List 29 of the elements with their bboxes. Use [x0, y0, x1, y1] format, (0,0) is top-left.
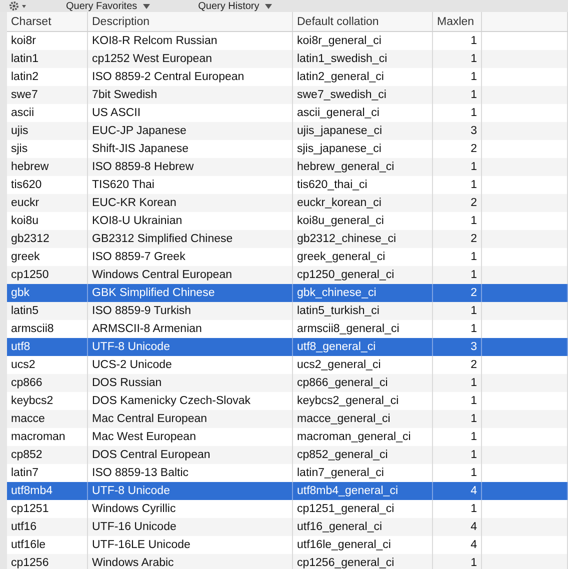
- table-row[interactable]: gbk GBK Simplified Chinese gbk_chinese_ci 2: [7, 284, 568, 302]
- settings-button[interactable]: [8, 0, 28, 12]
- table-cell: Windows Arabic: [88, 554, 293, 569]
- column-header[interactable]: Description: [88, 12, 293, 31]
- table-row[interactable]: ujis EUC-JP Japanese ujis_japanese_ci 3: [7, 122, 568, 140]
- caret-icon: [143, 4, 150, 8]
- column-header[interactable]: Charset: [7, 12, 88, 31]
- table-row[interactable]: gb2312 GB2312 Simplified Chinese gb2312_chinese_ci 2: [7, 230, 568, 248]
- toolbar-dropdown[interactable]: Query Favorites: [62, 0, 154, 12]
- table-row[interactable]: cp1256 Windows Arabic cp1256_general_ci 1: [7, 554, 568, 569]
- table-row[interactable]: macce Mac Central European macce_general_ci 1: [7, 410, 568, 428]
- table-row[interactable]: cp866 DOS Russian cp866_general_ci 1: [7, 374, 568, 392]
- table-row[interactable]: cp852 DOS Central European cp852_general_ci 1: [7, 446, 568, 464]
- table-row[interactable]: euckr EUC-KR Korean euckr_korean_ci 2: [7, 194, 568, 212]
- column-header[interactable]: Default collation: [293, 12, 433, 31]
- table-row[interactable]: cp1250 Windows Central European cp1250_general_ci 1: [7, 266, 568, 284]
- table-cell: cp1256_general_ci: [293, 554, 433, 569]
- table-row[interactable]: swe7 7bit Swedish swe7_swedish_ci 1: [7, 86, 568, 104]
- table-cell: 1: [433, 554, 482, 569]
- table-row[interactable]: latin1 cp1252 West European latin1_swedish_ci 1: [7, 50, 568, 68]
- table-row[interactable]: utf8mb4 UTF-8 Unicode utf8mb4_general_ci 4: [7, 482, 568, 500]
- table-row[interactable]: hebrew ISO 8859-8 Hebrew hebrew_general_ci 1: [7, 158, 568, 176]
- caret-icon: [265, 4, 272, 8]
- table-row[interactable]: utf16 UTF-16 Unicode utf16_general_ci 4: [7, 518, 568, 536]
- column-header[interactable]: Maxlen: [433, 12, 482, 31]
- table-row[interactable]: latin5 ISO 8859-9 Turkish latin5_turkish_ci 1: [7, 302, 568, 320]
- table-cell: cp1256: [7, 554, 88, 569]
- toolbar-dropdown[interactable]: Query History: [194, 0, 276, 12]
- table-row[interactable]: utf8 UTF-8 Unicode utf8_general_ci 3: [7, 338, 568, 356]
